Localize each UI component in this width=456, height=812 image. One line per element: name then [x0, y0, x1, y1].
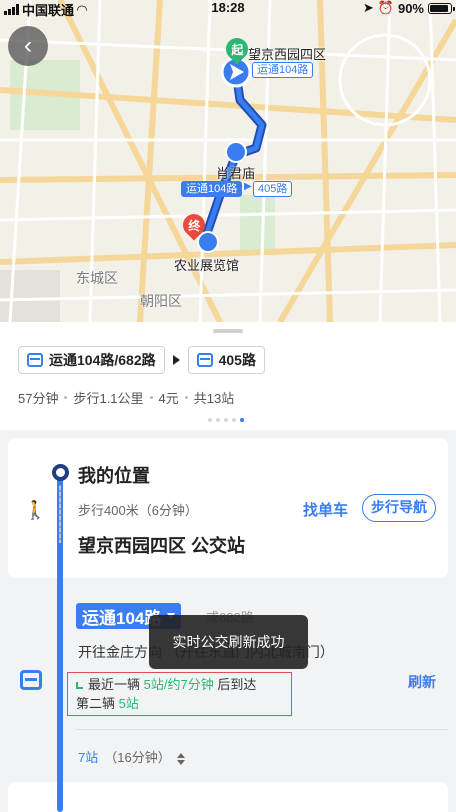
second-bus-prefix: 第二辆 — [76, 696, 116, 711]
route-chain: 运通104路/682路 405路 — [18, 346, 265, 374]
separator — [149, 396, 153, 399]
drag-handle[interactable] — [213, 329, 243, 333]
map-view[interactable]: ‹ 起 望京西园四区 运通104路 肖君庙 运通104路 ▶ 405路 终 农业… — [0, 0, 456, 322]
status-right: ➤ ⏰ 90% — [362, 0, 455, 16]
alarm-icon: ⏰ — [377, 0, 394, 15]
live-signal-icon — [76, 682, 83, 689]
start-stop-label: 望京西园四区 — [248, 47, 327, 62]
arrow-right-icon — [172, 355, 180, 365]
fare: 4元 — [158, 391, 179, 406]
boarding-stop: 望京西园四区 公交站 — [78, 536, 246, 556]
stops-count: 7站 — [78, 750, 99, 765]
origin-label: 我的位置 — [78, 466, 150, 486]
page-dot — [232, 418, 236, 422]
end-stop-label: 农业展览馆 — [174, 258, 240, 273]
expand-icon — [176, 752, 185, 765]
origin-marker-icon — [52, 464, 69, 481]
district-label: 朝阳区 — [140, 293, 182, 309]
route-panel: 运通104路/682路 405路 57分钟 步行1.1公里 4元 共13站 🚶 … — [0, 322, 456, 812]
bus-icon — [196, 353, 213, 367]
divider — [76, 729, 448, 730]
next-bus-value: 5站/约7分钟 — [143, 677, 214, 692]
transfer-arrow-icon: ▶ — [244, 181, 252, 192]
next-bus-suffix: 后到达 — [217, 677, 257, 692]
duration: 57分钟 — [18, 391, 59, 406]
page-dot-active — [240, 418, 244, 422]
page-dot — [224, 418, 228, 422]
next-segment-card — [8, 782, 448, 812]
transfer-from-chip: 运通104路 — [181, 181, 243, 197]
district-label: 东城区 — [76, 270, 118, 286]
refresh-button[interactable]: 刷新 — [408, 672, 436, 692]
page-dot — [216, 418, 220, 422]
separator — [64, 396, 68, 399]
realtime-arrival: 最近一辆 5站/约7分钟 后到达 第二辆 5站 — [67, 672, 292, 716]
stops-time: （16分钟） — [104, 750, 171, 765]
route-summary[interactable]: 运通104路/682路 405路 57分钟 步行1.1公里 4元 共13站 — [0, 322, 456, 430]
route-chip-2: 405路 — [187, 346, 265, 374]
walk-dots — [59, 485, 61, 543]
battery-fill — [430, 4, 448, 12]
battery-icon — [428, 2, 455, 14]
stops-total: 共13站 — [193, 391, 235, 406]
bus-icon — [27, 353, 43, 367]
next-bus-row: 最近一辆 5站/约7分钟 后到达 — [76, 675, 285, 694]
next-bus-prefix: 最近一辆 — [88, 677, 141, 692]
page-indicator[interactable] — [208, 418, 244, 422]
end-badge: 终 — [187, 218, 201, 233]
route-chip-1: 运通104路/682路 — [18, 346, 165, 374]
separator — [184, 396, 188, 399]
page-dot — [208, 418, 212, 422]
start-route-chip: 运通104路 — [252, 62, 314, 78]
walk-info: 步行400米（6分钟） — [78, 503, 198, 518]
start-badge: 起 — [230, 42, 244, 57]
second-bus-value: 5站 — [118, 696, 139, 711]
back-button[interactable]: ‹ — [8, 26, 48, 66]
bus-icon — [20, 670, 42, 690]
route-chip-label: 405路 — [218, 352, 256, 368]
location-icon: ➤ — [362, 0, 374, 15]
walk-nav-button[interactable]: 步行导航 — [362, 494, 436, 522]
status-bar: 中国联通 ◠ 18:28 ➤ ⏰ 90% — [0, 0, 456, 18]
transfer-stop-label: 肖君庙 — [216, 166, 256, 181]
stops-toggle[interactable]: 7站 （16分钟） — [78, 747, 185, 766]
route-stats: 57分钟 步行1.1公里 4元 共13站 — [18, 388, 234, 407]
find-bike-button[interactable]: 找单车 — [303, 499, 348, 520]
second-bus-row: 第二辆 5站 — [76, 694, 285, 713]
battery-percent: 90% — [397, 0, 424, 16]
toast-message: 实时公交刷新成功 — [149, 615, 308, 669]
walk-distance: 步行1.1公里 — [73, 391, 144, 406]
route-chip-label: 运通104路/682路 — [49, 352, 156, 368]
walk-icon: 🚶 — [24, 500, 47, 520]
transfer-to-chip: 405路 — [253, 181, 293, 197]
